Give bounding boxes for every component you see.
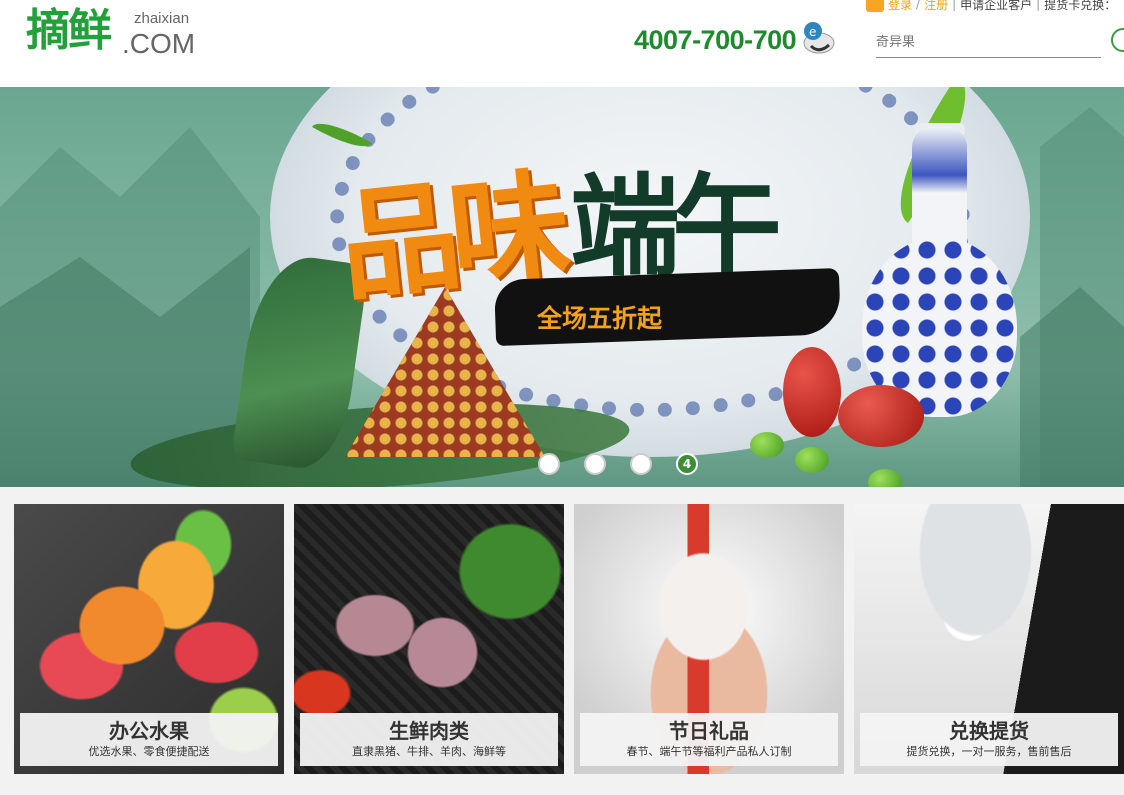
separator: |	[952, 0, 957, 11]
vase-neck	[912, 127, 967, 247]
qq-icon	[866, 0, 884, 12]
card-fresh-meat[interactable]: 生鲜肉类 直隶黑猪、牛排、羊肉、海鲜等	[294, 504, 564, 774]
register-link[interactable]: 注册	[924, 0, 948, 13]
logo-chinese: 摘鲜	[26, 5, 112, 56]
svg-text:e: e	[809, 25, 816, 39]
sale-text: 全场五折起	[537, 304, 663, 333]
card-label: 兑换提货 提货兑换，一对一服务，售前售后	[860, 713, 1118, 766]
red-date	[838, 385, 924, 447]
card-holiday-gifts[interactable]: 节日礼品 春节、端午节等福利产品私人订制	[574, 504, 844, 774]
slide-dot[interactable]	[630, 453, 652, 475]
search-icon[interactable]	[1111, 28, 1124, 52]
apply-enterprise-link[interactable]: 申请企业客户	[960, 0, 1032, 13]
card-redeem-pickup[interactable]: 兑换提货 提货兑换，一对一服务，售前售后	[854, 504, 1124, 774]
card-subtitle: 春节、端午节等福利产品私人订制	[626, 745, 792, 758]
slide-dot[interactable]	[538, 453, 560, 475]
green-bean	[750, 432, 784, 458]
card-title: 节日礼品	[669, 719, 749, 743]
site-header: 摘鲜 zhaixian .COM 4007-700-700 e 登录 / 注册 …	[0, 0, 1124, 87]
separator: /	[916, 0, 921, 11]
separator: |	[1036, 0, 1041, 11]
promo-banner[interactable]: 品味 端午 全场五折起 4	[0, 87, 1124, 487]
card-title: 生鲜肉类	[389, 719, 469, 743]
phone-icon: e	[803, 22, 835, 54]
category-cards: 办公水果 优选水果、零食便捷配送 生鲜肉类 直隶黑猪、牛排、羊肉、海鲜等 节日礼…	[14, 504, 1124, 774]
search-input[interactable]	[876, 30, 1076, 54]
card-label: 办公水果 优选水果、零食便捷配送	[20, 713, 278, 766]
card-label: 生鲜肉类 直隶黑猪、牛排、羊肉、海鲜等	[300, 713, 558, 766]
card-office-fruit[interactable]: 办公水果 优选水果、零食便捷配送	[14, 504, 284, 774]
slide-dot[interactable]	[584, 453, 606, 475]
redeem-card-link[interactable]: 提货卡兑换：	[1044, 0, 1116, 13]
top-bar: 登录 / 注册 | 申请企业客户 | 提货卡兑换：	[866, 0, 1116, 13]
slide-indicators: 4	[538, 453, 698, 475]
card-subtitle: 直隶黑猪、牛排、羊肉、海鲜等	[352, 745, 506, 758]
card-label: 节日礼品 春节、端午节等福利产品私人订制	[580, 713, 838, 766]
slide-dot-active[interactable]: 4	[676, 453, 698, 475]
logo-pinyin: zhaixian	[134, 10, 190, 27]
card-title: 办公水果	[109, 719, 189, 743]
card-title: 兑换提货	[949, 719, 1029, 743]
hotline-number: 4007-700-700	[634, 25, 797, 55]
card-subtitle: 优选水果、零食便捷配送	[88, 745, 210, 758]
login-link[interactable]: 登录	[888, 0, 912, 13]
red-date	[783, 347, 841, 437]
green-bean	[795, 447, 829, 473]
logo-com: .COM	[122, 28, 196, 59]
search-box	[876, 30, 1101, 58]
banner-title-part2: 端午	[570, 162, 782, 291]
card-subtitle: 提货兑换，一对一服务，售前售后	[906, 745, 1072, 758]
